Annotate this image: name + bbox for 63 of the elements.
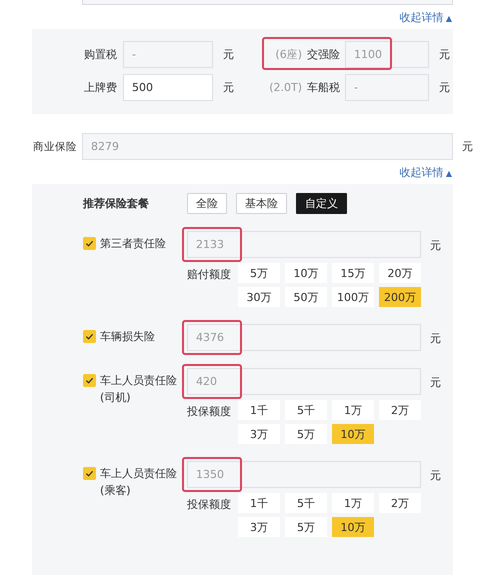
amount-option[interactable]: 10万 [285, 263, 327, 283]
amount-option[interactable]: 10万 [332, 517, 374, 537]
collapse-link[interactable]: 收起详情 ▲ [399, 164, 452, 180]
coverage-label: 车辆损失险 [100, 329, 155, 345]
coverage-label: 车上人员责任险 [100, 373, 177, 389]
fee-note: (2.0T) [269, 81, 302, 94]
field-label: 购置税 [84, 47, 117, 62]
unit-label: 元 [430, 468, 441, 484]
amount-option[interactable]: 5万 [285, 517, 327, 537]
input-field[interactable] [82, 0, 453, 5]
unit-label: 元 [430, 375, 441, 391]
checkbox[interactable] [83, 374, 96, 387]
field-label: 交强险 [307, 47, 340, 62]
amount-option[interactable]: 2万 [379, 493, 421, 513]
unit-label: 元 [430, 238, 441, 254]
unit-label: 元 [439, 47, 450, 62]
unit-label: 元 [223, 47, 234, 62]
amount-option[interactable]: 1千 [238, 493, 280, 513]
check-icon [85, 469, 94, 478]
checkbox[interactable] [83, 467, 96, 480]
checkbox[interactable] [83, 237, 96, 250]
amount-option[interactable]: 100万 [332, 287, 374, 307]
unit-label: 元 [430, 331, 441, 347]
check-icon [85, 376, 94, 385]
package-button[interactable]: 基本险 [236, 192, 287, 214]
unit-label: 元 [223, 80, 234, 95]
limit-label: 投保额度 [187, 404, 232, 420]
amount-option[interactable]: 50万 [285, 287, 327, 307]
amount-option[interactable]: 1千 [238, 400, 280, 420]
unit-label: 元 [439, 80, 450, 95]
check-icon [85, 239, 94, 248]
input-field[interactable]: 500 [123, 74, 213, 101]
fee-note: (6座) [275, 47, 302, 62]
coverage-label: 车上人员责任险 [100, 466, 177, 482]
field-label: 上牌费 [84, 80, 117, 95]
amount-option[interactable]: 15万 [332, 263, 374, 283]
coverage-sublabel: (司机) [100, 390, 132, 406]
check-icon [85, 332, 94, 341]
amount-option[interactable]: 3万 [238, 517, 280, 537]
amount-option[interactable]: 200万 [379, 287, 421, 307]
amount-option[interactable]: 5千 [285, 493, 327, 513]
limit-label: 赔付额度 [187, 267, 232, 283]
coverage-label: 第三者责任险 [100, 236, 166, 252]
coverage-sublabel: (乘客) [100, 483, 132, 499]
amount-option[interactable]: 5万 [285, 424, 327, 444]
package-button[interactable]: 自定义 [296, 192, 347, 214]
amount-option[interactable]: 20万 [379, 263, 421, 283]
amount-option[interactable]: 1万 [332, 400, 374, 420]
amount-option[interactable]: 3万 [238, 424, 280, 444]
section-label: 推荐保险套餐 [83, 196, 150, 210]
amount-option[interactable]: 30万 [238, 287, 280, 307]
package-button[interactable]: 全险 [187, 192, 227, 214]
field-label: 商业保险 [32, 140, 78, 154]
amount-option[interactable]: 5万 [238, 263, 280, 283]
amount-option[interactable]: 1万 [332, 493, 374, 513]
collapse-link[interactable]: 收起详情 ▲ [399, 10, 452, 24]
amount-option[interactable]: 2万 [379, 400, 421, 420]
amount-option[interactable]: 10万 [332, 424, 374, 444]
limit-label: 投保额度 [187, 497, 232, 513]
checkbox[interactable] [83, 330, 96, 343]
amount-option[interactable]: 5千 [285, 400, 327, 420]
field-label: 车船税 [307, 80, 340, 95]
unit-label: 元 [462, 139, 473, 154]
